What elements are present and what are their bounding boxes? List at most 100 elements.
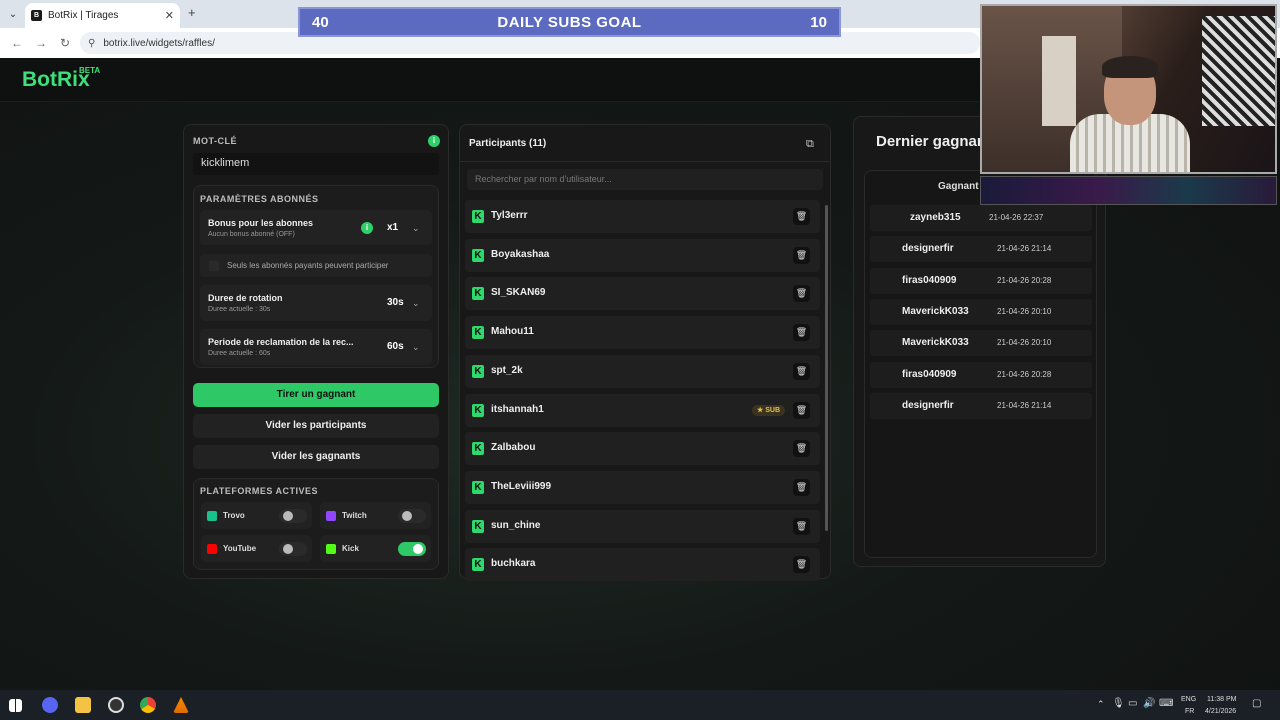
clock-date[interactable]: 4/21/2026 — [1205, 708, 1236, 715]
copy-icon[interactable]: ⧉ — [806, 138, 814, 151]
winners-title: Dernier gagnan — [876, 133, 987, 150]
clear-winners-button[interactable]: Vider les gagnants — [193, 445, 439, 469]
new-tab-icon[interactable]: + — [188, 5, 196, 20]
winner-name: zayneb315 — [910, 212, 961, 223]
delete-participant-icon[interactable]: 🗑 — [793, 246, 810, 264]
winner-row: designerfir 21-04-26 21:14 — [870, 236, 1092, 263]
url-text: botrix.live/widgets/raffles/ — [103, 37, 215, 49]
delete-participant-icon[interactable]: 🗑 — [793, 208, 810, 225]
browser-tab[interactable]: B BotRix | Tirages ✕ — [25, 3, 180, 28]
delete-participant-icon[interactable]: 🗑 — [793, 324, 810, 342]
claim-title: Periode de reclamation de la rec... — [208, 337, 354, 347]
site-info-icon[interactable]: ⚲ — [88, 38, 95, 49]
participants-scrollbar[interactable] — [825, 205, 828, 531]
platform-youtube-label: YouTube — [223, 544, 257, 553]
goal-current: 40 — [312, 13, 329, 31]
network-icon[interactable]: ▭ — [1128, 698, 1137, 709]
bonus-select[interactable]: x1 — [387, 222, 398, 233]
participant-row: Kbuchkara 🗑 — [465, 548, 820, 582]
rotation-chevron-down-icon[interactable]: ⌄ — [412, 298, 420, 309]
winner-name: designerfir — [902, 243, 954, 255]
delete-participant-icon[interactable]: 🗑 — [793, 517, 810, 535]
webcam-frame-strip — [980, 176, 1277, 205]
keyword-info-icon[interactable]: i — [428, 135, 440, 147]
participant-name: SI_SKAN69 — [491, 287, 546, 299]
participant-name: Tyl3errr — [491, 210, 528, 221]
chrome-icon[interactable] — [140, 697, 156, 713]
winner-date: 21-04-26 21:14 — [997, 400, 1052, 410]
delete-participant-icon[interactable]: 🗑 — [793, 556, 810, 574]
keyword-input[interactable]: kicklimem — [193, 153, 439, 175]
winner-name: firas040909 — [902, 368, 957, 380]
tab-title: BotRix | Tirages — [48, 10, 119, 21]
kick-toggle[interactable] — [398, 542, 426, 556]
windows-start-icon[interactable] — [9, 699, 22, 712]
keyboard-icon[interactable]: ⌨ — [1159, 698, 1173, 709]
delete-participant-icon[interactable]: 🗑 — [793, 362, 810, 380]
participant-name: buchkara — [491, 558, 536, 570]
claim-select[interactable]: 60s — [387, 341, 404, 352]
delete-participant-icon[interactable]: 🗑 — [793, 440, 810, 458]
clock-time[interactable]: 11:38 PM — [1207, 696, 1236, 703]
kick-icon: K — [472, 519, 484, 533]
twitch-icon — [326, 510, 336, 521]
winner-row: zayneb315 21-04-26 22:37 — [870, 205, 1092, 231]
draw-winner-button[interactable]: Tirer un gagnant — [193, 383, 439, 407]
volume-icon[interactable]: 🔊 — [1143, 698, 1155, 709]
discord-icon[interactable] — [42, 697, 58, 713]
platform-youtube: YouTube — [201, 535, 312, 562]
bonus-info-icon[interactable]: i — [361, 222, 373, 234]
clear-participants-button[interactable]: Vider les participants — [193, 414, 439, 438]
rotation-select[interactable]: 30s — [387, 297, 404, 308]
beta-badge: BETA — [79, 66, 101, 75]
trovo-icon — [207, 510, 217, 521]
back-icon[interactable]: ← — [10, 36, 24, 50]
winner-row: designerfir 21-04-26 21:14 — [870, 392, 1092, 419]
microphone-icon[interactable]: 🎙 — [1112, 698, 1125, 709]
participant-name: itshannah1 — [491, 403, 544, 415]
notification-icon[interactable]: ▢ — [1252, 698, 1261, 709]
platform-twitch: Twitch — [320, 502, 431, 529]
goal-target: 10 — [810, 13, 827, 31]
participant-row: K SI_SKAN69 🗑 — [465, 277, 820, 311]
winner-row: firas040909 21-04-26 20:28 — [870, 361, 1092, 388]
delete-participant-icon[interactable]: 🗑 — [793, 285, 810, 303]
lang-eng[interactable]: ENG — [1181, 696, 1196, 703]
delete-participant-icon[interactable]: 🗑 — [793, 401, 810, 419]
only-subs-checkbox[interactable] — [209, 261, 219, 271]
forward-icon[interactable]: → — [34, 36, 48, 50]
trovo-toggle[interactable] — [279, 509, 307, 523]
twitch-toggle[interactable] — [398, 509, 426, 523]
platform-trovo: Trovo — [201, 502, 312, 529]
winner-date: 21-04-26 20:28 — [997, 275, 1052, 285]
windows-taskbar: ⌃ 🎙 ▭ 🔊 ⌨ ▢ — [0, 690, 1280, 720]
winner-date: 21-04-26 21:14 — [997, 244, 1052, 254]
winner-row: MaverickK033 21-04-26 20:10 — [870, 330, 1092, 357]
participant-name: Mahou11 — [491, 326, 534, 338]
obs-icon[interactable] — [108, 697, 124, 713]
platforms-label: PLATEFORMES ACTIVES — [200, 486, 319, 496]
winner-date: 21-04-26 22:37 — [989, 213, 1044, 222]
platform-kick: Kick — [320, 535, 431, 562]
file-explorer-icon[interactable] — [75, 697, 91, 713]
close-tab-icon[interactable]: ✕ — [165, 9, 174, 22]
winner-date: 21-04-26 20:10 — [997, 306, 1052, 316]
youtube-toggle[interactable] — [279, 542, 307, 556]
kick-icon: K — [472, 480, 484, 494]
vlc-icon[interactable] — [173, 697, 189, 713]
bonus-chevron-down-icon[interactable]: ⌄ — [412, 223, 420, 234]
claim-chevron-down-icon[interactable]: ⌄ — [412, 342, 420, 353]
lang-fr[interactable]: FR — [1185, 708, 1194, 715]
participant-search-input[interactable]: Rechercher par nom d'utilisateur... — [467, 169, 823, 190]
participant-name: TheLeviii999 — [491, 480, 552, 492]
reload-icon[interactable]: ↻ — [58, 36, 72, 50]
participant-name: Zalbabou — [491, 442, 536, 454]
participant-row: K TheLeviii999 🗑 — [465, 470, 820, 504]
tray-chevron-up-icon[interactable]: ⌃ — [1097, 699, 1105, 710]
goal-title: DAILY SUBS GOAL — [497, 13, 642, 31]
kick-icon: K — [472, 326, 484, 340]
delete-participant-icon[interactable]: 🗑 — [793, 478, 810, 496]
rotation-subtitle: Duree actuelle : 30s — [208, 306, 271, 313]
tab-search-icon[interactable]: ⌄ — [5, 6, 21, 22]
winner-name: MaverickK033 — [902, 337, 969, 349]
